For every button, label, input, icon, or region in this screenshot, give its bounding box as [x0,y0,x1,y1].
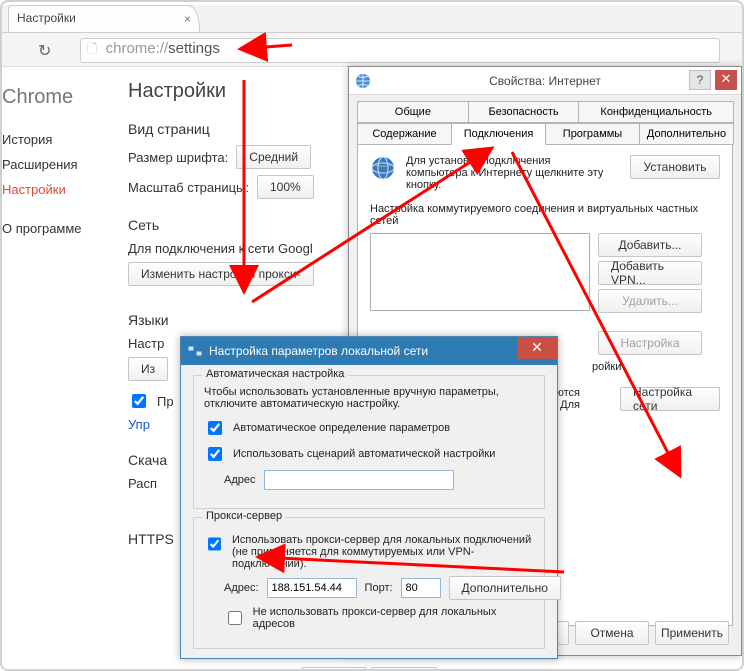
proxy-address-input[interactable] [267,578,357,598]
url-path: settings [168,40,220,57]
tab-general[interactable]: Общие [357,101,469,123]
proxy-advanced-button[interactable]: Дополнительно [449,576,561,600]
lang-button[interactable]: Из [128,357,168,381]
script-address-label: Адрес [224,474,256,486]
add-vpn-button[interactable]: Добавить VPN... [598,261,702,285]
proxy-title: Прокси-сервер [202,510,286,522]
use-proxy-label: Использовать прокси-сервер для локальных… [232,534,534,570]
zoom-label: Масштаб страницы: [128,180,249,195]
close-button[interactable]: ✕ [715,70,737,90]
tab-security[interactable]: Безопасность [468,101,580,123]
proxy-port-label: Порт: [365,582,393,594]
auto-script-checkbox[interactable] [208,447,222,461]
sidebar: Chrome История Расширения Настройки О пр… [2,80,112,241]
url-input[interactable]: 🗋 chrome://settings [80,38,720,63]
lan-ok-button[interactable]: ОК [301,667,367,671]
brand-label: Chrome [2,86,112,109]
close-icon[interactable]: × [184,12,191,26]
delete-button[interactable]: Удалить... [598,289,702,313]
tab-privacy[interactable]: Конфиденциальность [578,101,734,123]
script-address-input[interactable] [264,470,454,490]
dialog-title: Свойства: Интернет [489,74,601,88]
sidebar-item-history[interactable]: История [2,127,112,152]
proxy-group: Прокси-сервер Использовать прокси-сервер… [193,517,545,649]
network-icon [187,343,203,359]
auto-desc: Чтобы использовать установленные вручную… [204,386,534,410]
lan-titlebar: Настройка параметров локальной сети ✕ [181,337,557,365]
page-icon: 🗋 [87,41,97,56]
auto-detect-label: Автоматическое определение параметров [233,422,450,434]
toolbar: ↻ 🗋 chrome://settings [2,33,742,67]
auto-detect-checkbox[interactable] [208,421,222,435]
tab-connections[interactable]: Подключения [451,123,546,145]
sidebar-item-settings[interactable]: Настройки [2,177,112,202]
dialup-title: Настройка коммутируемого соединения и ви… [370,203,720,227]
lan-cancel-button[interactable]: Отмена [371,667,437,671]
reload-icon[interactable]: ↻ [38,41,51,61]
url-prefix: chrome:// [106,40,169,57]
lan-title-text: Настройка параметров локальной сети [209,344,428,358]
lan-settings-button[interactable]: Настройка сети [620,387,720,411]
auto-script-label: Использовать сценарий автоматической нас… [233,448,495,460]
install-button[interactable]: Установить [630,155,720,179]
globe-icon [355,73,371,89]
tab-programs[interactable]: Программы [545,123,640,145]
lan-settings-dialog: Настройка параметров локальной сети ✕ Ав… [180,336,558,659]
proxy-addr-label: Адрес: [224,582,259,594]
tab-bar: Настройки × [2,5,742,33]
install-desc: Для установки подключения компьютера к И… [406,155,606,191]
auto-config-title: Автоматическая настройка [202,368,348,380]
add-button[interactable]: Добавить... [598,233,702,257]
bypass-label: Не использовать прокси-сервер для локаль… [253,606,534,630]
bypass-local-checkbox[interactable] [228,611,242,625]
sidebar-item-extensions[interactable]: Расширения [2,152,112,177]
lan-close-button[interactable]: ✕ [517,337,557,359]
auto-config-group: Автоматическая настройка Чтобы использов… [193,375,545,509]
lang-checkbox[interactable] [132,394,146,408]
browser-tab[interactable]: Настройки × [8,5,200,32]
change-proxy-button[interactable]: Изменить настройки прокси- [128,262,314,286]
connections-listbox[interactable] [370,233,590,311]
font-label: Размер шрифта: [128,150,228,165]
proxy-port-input[interactable] [401,578,441,598]
lang-chk-label: Пр [157,394,174,409]
globe-icon [370,155,396,181]
sidebar-item-about[interactable]: О программе [2,216,112,241]
help-button[interactable]: ? [689,70,711,90]
tab-title: Настройки [17,11,76,25]
apply-button[interactable]: Применить [655,621,729,645]
lan-hint: ройки [592,361,720,373]
font-size-select[interactable]: Средний [236,145,311,169]
use-proxy-checkbox[interactable] [208,537,221,551]
cancel-button[interactable]: Отмена [575,621,649,645]
tab-advanced[interactable]: Дополнительно [639,123,734,145]
zoom-select[interactable]: 100% [257,175,314,199]
dialog-titlebar: Свойства: Интернет ? ✕ [349,67,741,95]
tab-content[interactable]: Содержание [357,123,452,145]
conn-settings-button[interactable]: Настройка [598,331,702,355]
